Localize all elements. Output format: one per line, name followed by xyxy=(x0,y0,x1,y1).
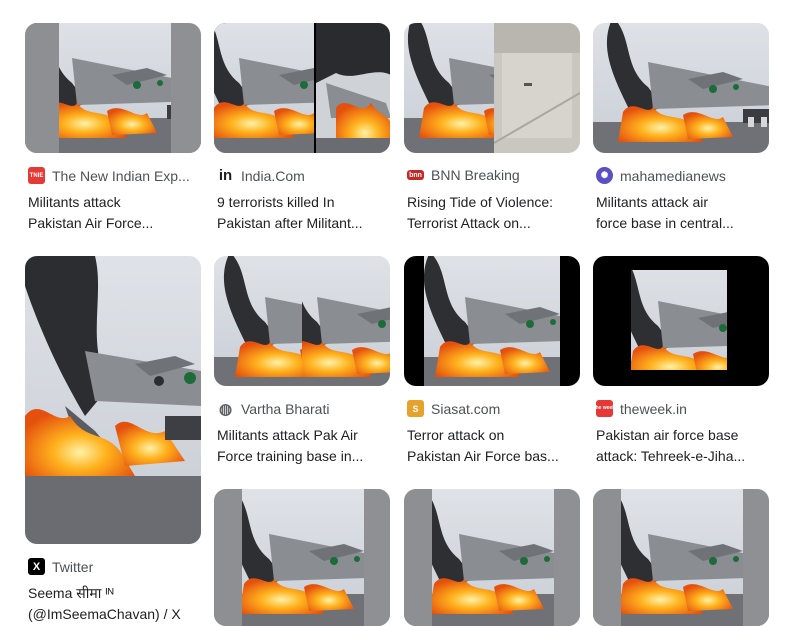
burning-aircraft-image xyxy=(25,256,201,544)
title-line: attack: Tehreek-e-Jiha... xyxy=(596,448,746,464)
result-title-5[interactable]: Seema सीमा ᴵᴺ (@ImSeemaChavan) / X xyxy=(28,583,200,625)
indiacom-icon: in xyxy=(218,167,233,184)
building-image xyxy=(494,23,580,153)
result-source-1[interactable]: TNIE The New Indian Exp... xyxy=(28,167,200,184)
result-thumbnail-7[interactable] xyxy=(404,256,580,386)
burning-aircraft-image xyxy=(214,256,302,386)
burning-aircraft-image xyxy=(302,256,390,386)
source-name: mahamedianews xyxy=(620,167,726,184)
result-thumbnail-4[interactable] xyxy=(593,23,769,153)
siasat-icon: S xyxy=(407,400,424,417)
title-line: Pakistan Air Force bas... xyxy=(407,448,559,464)
source-name: theweek.in xyxy=(620,400,687,417)
burning-aircraft-image xyxy=(424,256,560,386)
result-thumbnail-8[interactable] xyxy=(593,256,769,386)
source-name: Vartha Bharati xyxy=(241,400,330,417)
source-name: BNN Breaking xyxy=(431,167,520,183)
result-title-8[interactable]: Pakistan air force base attack: Tehreek-… xyxy=(596,425,768,467)
result-source-7[interactable]: S Siasat.com xyxy=(407,400,579,417)
result-thumbnail-9[interactable] xyxy=(214,489,390,626)
title-line: Pakistan air force base xyxy=(596,427,739,443)
result-title-2[interactable]: 9 terrorists killed In Pakistan after Mi… xyxy=(217,192,389,234)
burning-aircraft-image xyxy=(316,23,390,153)
x-logo-icon: X xyxy=(28,558,45,575)
title-line: Pakistan Air Force... xyxy=(28,215,154,231)
result-thumbnail-3[interactable] xyxy=(404,23,580,153)
result-source-8[interactable]: the week theweek.in xyxy=(596,400,768,417)
result-title-6[interactable]: Militants attack Pak Air Force training … xyxy=(217,425,389,467)
result-thumbnail-10[interactable] xyxy=(404,489,580,626)
burning-aircraft-image xyxy=(631,270,727,370)
result-thumbnail-2[interactable] xyxy=(214,23,390,153)
result-title-1[interactable]: Militants attack Pakistan Air Force... xyxy=(28,192,200,234)
title-line: (@ImSeemaChavan) / X xyxy=(28,606,181,622)
title-line: Militants attack Pak Air xyxy=(217,427,358,443)
title-line: Rising Tide of Violence: xyxy=(407,194,554,210)
source-name: Twitter xyxy=(52,558,94,575)
result-source-4[interactable]: ✺ mahamedianews xyxy=(596,167,768,184)
result-thumbnail-5[interactable] xyxy=(25,256,201,544)
result-thumbnail-11[interactable] xyxy=(593,489,769,626)
title-line: force base in central... xyxy=(596,215,734,231)
source-name: India.Com xyxy=(241,167,305,184)
source-name: Siasat.com xyxy=(431,400,501,417)
result-source-6[interactable]: ◍ Vartha Bharati xyxy=(217,400,389,418)
theweek-icon: the week xyxy=(596,400,615,417)
result-thumbnail-1[interactable] xyxy=(25,23,201,153)
title-line: Militants attack air xyxy=(596,194,709,210)
source-name: The New Indian Exp... xyxy=(52,167,190,184)
result-title-3[interactable]: Rising Tide of Violence: Terrorist Attac… xyxy=(407,192,579,234)
result-source-2[interactable]: in India.Com xyxy=(217,167,389,184)
title-line: Terrorist Attack on... xyxy=(407,215,531,231)
result-thumbnail-6[interactable] xyxy=(214,256,390,386)
result-title-4[interactable]: Militants attack air force base in centr… xyxy=(596,192,768,234)
tnie-icon: TNIE xyxy=(28,167,45,184)
result-source-5[interactable]: X Twitter xyxy=(28,558,200,575)
burning-aircraft-image xyxy=(214,23,314,153)
title-line: Terror attack on xyxy=(407,427,505,443)
burning-aircraft-image xyxy=(404,23,494,153)
globe-icon: ◍ xyxy=(218,400,233,418)
title-line: Force training base in... xyxy=(217,448,364,464)
result-title-7[interactable]: Terror attack on Pakistan Air Force bas.… xyxy=(407,425,579,467)
title-line: Pakistan after Militant... xyxy=(217,215,363,231)
result-source-3[interactable]: bnn BNN Breaking xyxy=(407,167,579,183)
title-line: Seema सीमा ᴵᴺ xyxy=(28,585,114,601)
title-line: Militants attack xyxy=(28,194,121,210)
globe-purple-icon: ✺ xyxy=(596,167,613,184)
title-line: 9 terrorists killed In xyxy=(217,194,335,210)
bnn-icon: bnn xyxy=(407,170,424,180)
burning-aircraft-image xyxy=(593,23,769,153)
